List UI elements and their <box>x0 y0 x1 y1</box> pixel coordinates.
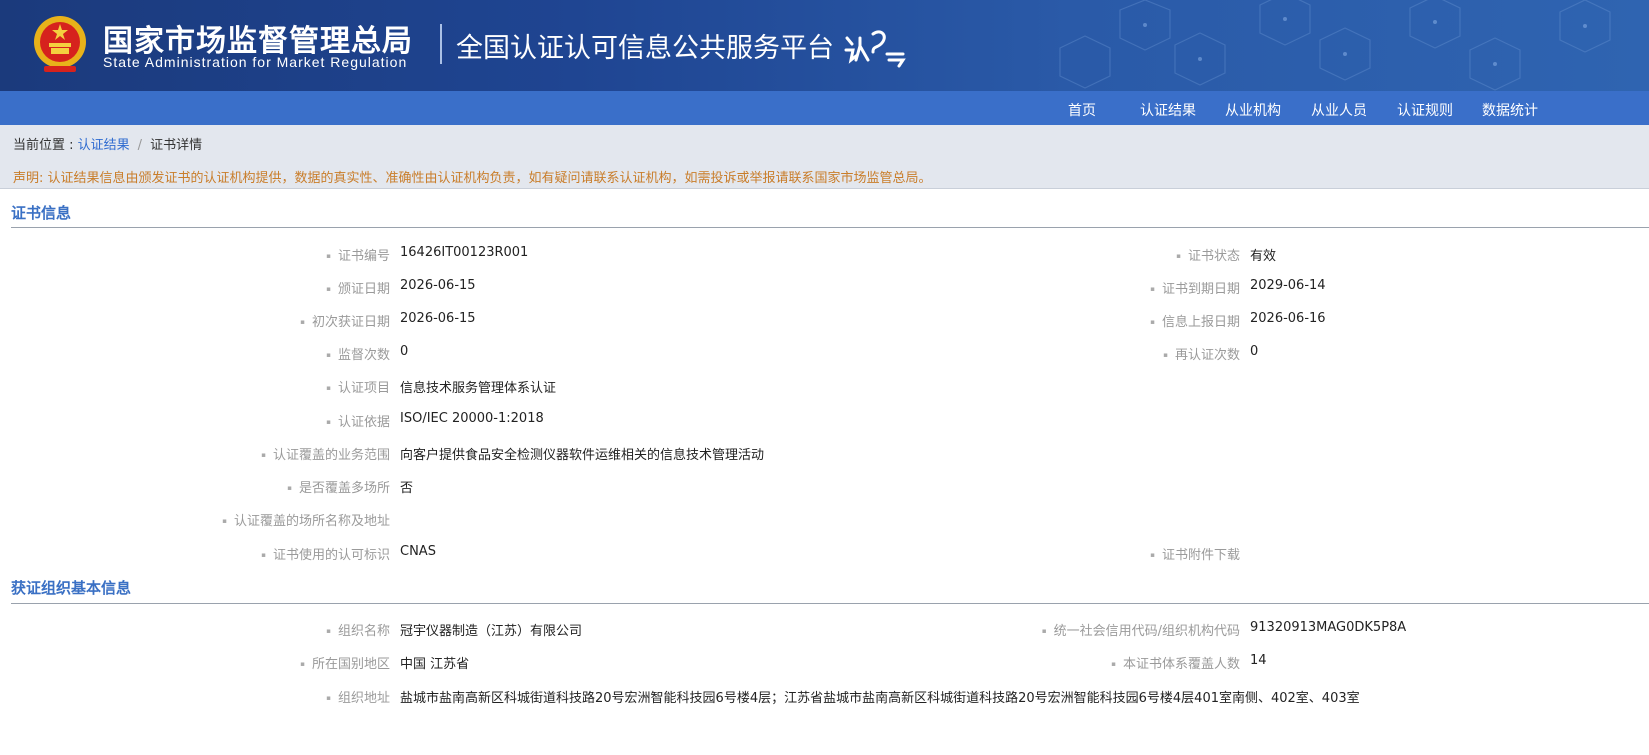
field-value-credit-code: 91320913MAG0DK5P8A <box>1250 620 1407 635</box>
field-label-issue-date: 颁证日期 <box>326 278 390 297</box>
field-value-issue-date: 2026-06-15 <box>400 278 476 293</box>
field-value-recert-count: 0 <box>1250 344 1259 359</box>
field-label-attachment: 证书附件下载 <box>1150 544 1240 563</box>
banner-divider <box>440 24 442 64</box>
header-banner: 国家市场监督管理总局 State Administration for Mark… <box>0 0 1649 91</box>
field-value-cert-basis: ISO/IEC 20000-1:2018 <box>400 411 544 426</box>
nav-cert-results[interactable]: 认证结果 <box>1140 100 1196 120</box>
field-label-credit-code: 统一社会信用代码/组织机构代码 <box>1042 620 1240 639</box>
field-value-region: 中国 江苏省 <box>400 657 470 672</box>
breadcrumb: 当前位置 : 认证结果 / 证书详情 <box>13 134 202 153</box>
breadcrumb-current: 证书详情 <box>150 138 203 153</box>
breadcrumb-link-cert-results[interactable]: 认证结果 <box>78 138 130 153</box>
nav-statistics[interactable]: 数据统计 <box>1482 100 1538 120</box>
breadcrumb-prefix: 当前位置 : <box>13 138 78 153</box>
section-divider <box>11 603 1649 604</box>
field-value-expiry-date: 2029-06-14 <box>1250 278 1326 293</box>
field-value-cert-status: 有效 <box>1250 249 1277 264</box>
field-label-cert-project: 认证项目 <box>326 377 390 396</box>
nav-cert-rules[interactable]: 认证规则 <box>1397 100 1453 120</box>
agency-name-en: State Administration for Market Regulati… <box>103 54 408 70</box>
field-value-address: 盐城市盐南高新区科城街道科技路20号宏洲智能科技园6号楼4层；江苏省盐城市盐南高… <box>400 691 1360 706</box>
disclaimer-notice: 声明: 认证结果信息由颁发证书的认证机构提供，数据的真实性、准确性由认证机构负责… <box>13 171 932 186</box>
field-value-multi-site: 否 <box>400 481 414 496</box>
field-label-cert-status: 证书状态 <box>1176 245 1240 264</box>
field-value-first-date: 2026-06-15 <box>400 311 476 326</box>
field-label-address: 组织地址 <box>326 687 390 706</box>
main-nav: 首页 认证结果 从业机构 从业人员 认证规则 数据统计 <box>0 91 1649 125</box>
field-value-supervision-count: 0 <box>400 344 409 359</box>
field-value-headcount: 14 <box>1250 653 1267 668</box>
field-label-accreditation-mark: 证书使用的认可标识 <box>261 544 390 563</box>
field-value-scope: 向客户提供食品安全检测仪器软件运维相关的信息技术管理活动 <box>400 448 765 463</box>
field-value-report-date: 2026-06-16 <box>1250 311 1326 326</box>
field-label-recert-count: 再认证次数 <box>1163 344 1240 363</box>
field-value-cert-no: 16426IT00123R001 <box>400 245 529 260</box>
field-label-expiry-date: 证书到期日期 <box>1150 278 1240 297</box>
field-label-sites: 认证覆盖的场所名称及地址 <box>222 510 390 529</box>
field-label-first-date: 初次获证日期 <box>300 311 390 330</box>
field-label-region: 所在国别地区 <box>300 653 390 672</box>
content-panel: 证书信息 证书编号 16426IT00123R001 证书状态 有效 颁证日期 … <box>0 188 1649 755</box>
field-label-cert-no: 证书编号 <box>326 245 390 264</box>
breadcrumb-separator: / <box>137 138 143 153</box>
org-section-title: 获证组织基本信息 <box>11 579 132 597</box>
field-label-scope: 认证覆盖的业务范围 <box>261 444 390 463</box>
platform-title: 全国认证认可信息公共服务平台 <box>456 33 834 64</box>
renzheng-cloud-logo-icon <box>844 30 906 68</box>
field-value-cert-project: 信息技术服务管理体系认证 <box>400 381 557 396</box>
field-label-supervision-count: 监督次数 <box>326 344 390 363</box>
field-value-accreditation-mark: CNAS <box>400 544 436 559</box>
field-label-multi-site: 是否覆盖多场所 <box>287 477 390 496</box>
field-label-cert-basis: 认证依据 <box>326 411 390 430</box>
emblem-icon <box>34 16 86 72</box>
field-label-org-name: 组织名称 <box>326 620 390 639</box>
cert-section-title: 证书信息 <box>11 204 72 222</box>
field-label-headcount: 本证书体系覆盖人数 <box>1111 653 1240 672</box>
nav-institutions[interactable]: 从业机构 <box>1225 100 1281 120</box>
field-label-report-date: 信息上报日期 <box>1150 311 1240 330</box>
nav-personnel[interactable]: 从业人员 <box>1311 100 1367 120</box>
nav-home[interactable]: 首页 <box>1068 100 1096 120</box>
section-divider <box>11 227 1649 228</box>
field-value-org-name: 冠宇仪器制造（江苏）有限公司 <box>400 624 583 639</box>
